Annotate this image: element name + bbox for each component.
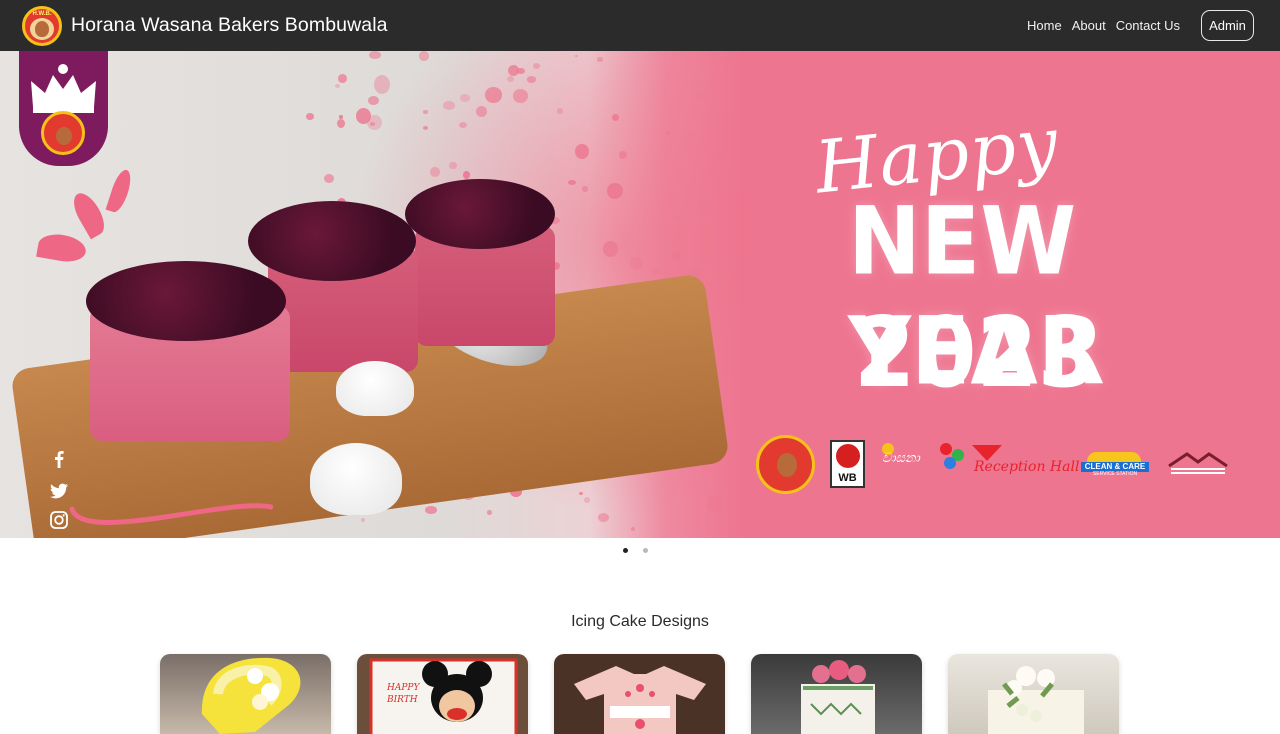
pink-speck — [486, 509, 493, 515]
carousel-dot[interactable] — [643, 548, 648, 553]
brand-name[interactable]: Horana Wasana Bakers Bombuwala — [71, 14, 388, 37]
pink-speck — [706, 495, 722, 512]
pink-speck — [507, 65, 519, 77]
sponsor-clean-care-logo: CLEAN & CARE SERVICE STATION — [1081, 452, 1149, 478]
swoosh-decoration — [69, 503, 273, 525]
pink-speck — [698, 196, 715, 213]
cake-card-number-two[interactable] — [160, 654, 331, 734]
brand-logo: H.W.B. — [22, 5, 62, 46]
pink-speck — [459, 94, 470, 103]
pink-speck — [449, 161, 457, 170]
instagram-icon[interactable] — [48, 509, 70, 531]
crown-icon — [31, 64, 96, 113]
pink-speck — [630, 526, 636, 531]
pink-speck — [339, 115, 343, 119]
brand[interactable]: H.W.B. Horana Wasana Bakers Bombuwala — [22, 5, 388, 46]
pink-speck — [673, 216, 680, 222]
pink-speck — [582, 185, 588, 193]
sponsor-reception-text: Reception Hall — [974, 459, 1080, 475]
pink-speck — [696, 93, 705, 100]
pink-speck — [484, 87, 502, 103]
carousel-dot-active[interactable] — [623, 548, 628, 553]
cake-card-dress[interactable] — [554, 654, 725, 734]
facebook-icon[interactable] — [48, 448, 70, 470]
nav-link-home[interactable]: Home — [1027, 18, 1062, 33]
pink-speck — [667, 131, 671, 135]
admin-button[interactable]: Admin — [1201, 10, 1254, 41]
pink-speck — [713, 178, 717, 183]
meringue-small — [336, 361, 414, 416]
sponsor-clean-sub: SERVICE STATION — [1092, 471, 1138, 477]
pink-speck — [419, 51, 429, 61]
meringue-large — [310, 443, 402, 515]
pink-speck — [423, 110, 428, 114]
pink-speck — [337, 73, 347, 83]
petal-decoration — [67, 188, 111, 240]
twitter-icon[interactable] — [48, 480, 70, 502]
pink-speck — [575, 144, 590, 159]
cake-back-right-berries — [405, 179, 555, 249]
petal-decoration — [36, 231, 88, 265]
nav-links: Home About Contact Us — [1017, 0, 1180, 51]
cake-card-row: HAPPY BIRTH — [160, 654, 1120, 734]
navbar: H.W.B. Horana Wasana Bakers Bombuwala Ho… — [0, 0, 1280, 51]
pink-speck — [556, 108, 564, 114]
sponsor-house-logo — [1168, 452, 1228, 474]
pink-speck — [719, 57, 723, 61]
sponsor-vasa-logo: වාසනා — [882, 443, 966, 487]
pink-speck — [422, 125, 428, 130]
sponsor-logos: WB වාසනා Reception Hall CLEAN & CARE SER… — [756, 435, 1236, 495]
hero-banner[interactable]: Happy NEW YEAR 2023 WB වාසනා Reception H… — [0, 51, 1280, 538]
pink-speck — [597, 57, 604, 62]
sponsor-hwb-logo — [756, 435, 815, 494]
pink-speck — [306, 113, 314, 121]
pink-speck — [597, 512, 610, 522]
year-text: 2023 — [854, 296, 1099, 410]
petal-decoration — [105, 167, 135, 215]
cake-card-tiered-pink[interactable] — [751, 654, 922, 734]
pink-speck — [526, 76, 537, 83]
sponsor-wb-logo: WB — [830, 440, 865, 488]
sponsor-vasa-text: වාසනා — [882, 451, 920, 466]
section-title: Icing Cake Designs — [571, 613, 709, 630]
crown-badge — [19, 51, 108, 166]
sponsor-reception-logo: Reception Hall — [972, 445, 1079, 481]
svg-text:HAPPY: HAPPY — [386, 683, 420, 693]
cake-front-berries — [86, 261, 286, 341]
crown-badge-logo — [41, 111, 85, 155]
cake-middle-berries — [248, 201, 416, 281]
pink-speck — [574, 54, 579, 57]
nav-link-contact[interactable]: Contact Us — [1116, 18, 1180, 33]
brand-logo-text: H.W.B. — [32, 10, 52, 17]
pink-speck — [672, 250, 683, 261]
nav-link-about[interactable]: About — [1072, 18, 1106, 33]
pink-speck — [512, 88, 528, 104]
pink-speck — [367, 115, 382, 130]
pink-speck — [584, 497, 590, 503]
pink-speck — [711, 53, 716, 58]
pink-speck — [369, 51, 381, 60]
pink-speck — [686, 131, 693, 137]
carousel-indicators — [623, 548, 663, 553]
cake-card-white-roses[interactable] — [948, 654, 1119, 734]
pink-speck — [602, 241, 619, 258]
svg-text:BIRTH: BIRTH — [386, 695, 418, 705]
pink-speck — [532, 62, 541, 69]
sponsor-wb-text: WB — [838, 472, 857, 484]
cake-card-mickey[interactable]: HAPPY BIRTH — [357, 654, 528, 734]
